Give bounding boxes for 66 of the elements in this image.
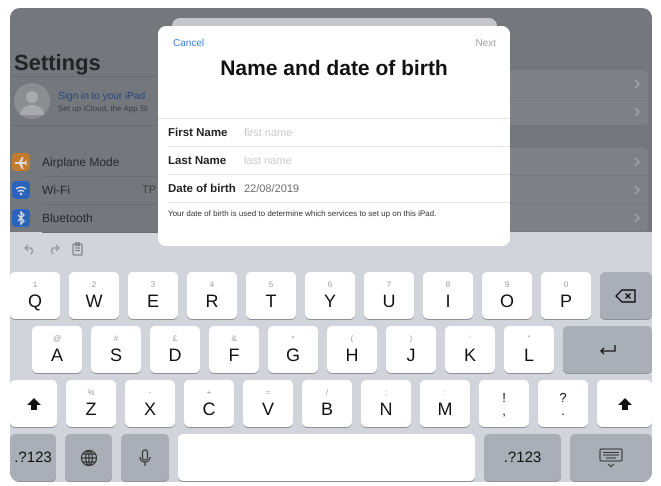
key[interactable]: ! , [479,380,529,427]
globe-icon [80,448,98,466]
paste-button[interactable] [72,242,83,256]
numbers-key[interactable]: .?123 [10,434,56,481]
chevron-icon [634,106,640,116]
key[interactable]: 0 P [541,272,591,319]
microphone-icon [139,448,151,466]
key[interactable]: * G [268,326,318,373]
redo-button[interactable] [48,242,60,254]
redo-icon [48,242,60,254]
key[interactable]: + C [184,380,234,427]
input-field[interactable]: 22/08/2019 [244,182,444,194]
numbers-key[interactable]: .?123 [484,434,561,481]
keyboard-icon [599,448,623,468]
key[interactable]: # S [91,326,141,373]
avatar-icon [14,83,50,119]
key[interactable]: % Z [66,380,116,427]
settings-title: Settings [14,50,101,76]
delete-key[interactable] [600,272,652,319]
key[interactable]: 8 I [423,272,473,319]
shift-key[interactable] [10,380,57,427]
key[interactable]: ) J [386,326,436,373]
key[interactable]: = V [243,380,293,427]
chevron-icon [634,156,640,166]
key[interactable]: 6 Y [305,272,355,319]
key[interactable]: ? . [538,380,588,427]
key[interactable]: 5 T [246,272,296,319]
key[interactable]: / B [302,380,352,427]
modal-title: Name and date of birth [220,57,448,81]
chevron-icon [634,184,640,194]
shift-icon [616,396,632,410]
footnote: Your date of birth is used to determine which services to set up on this iPad. [167,208,438,218]
item-value: TP [142,184,156,196]
key[interactable]: ( H [327,326,377,373]
key[interactable]: ' K [445,326,495,373]
globe-key[interactable] [65,434,112,481]
field-label: Date of birth [168,182,237,194]
undo-button[interactable] [24,242,36,254]
key[interactable]: 4 R [187,272,237,319]
hide-keyboard-key[interactable] [570,434,652,481]
key[interactable]: : M [420,380,470,427]
delete-icon [615,288,637,302]
shift-icon [26,396,42,410]
clipboard-icon [72,242,83,256]
key[interactable]: 2 W [69,272,119,319]
account-title: Sign in to your iPad [58,90,146,102]
chevron-icon [634,212,640,222]
key[interactable]: £ D [150,326,200,373]
key[interactable]: 9 O [482,272,532,319]
field-label: Last Name [168,154,228,166]
key[interactable]: ; N [361,380,411,427]
field-label: First Name [168,126,228,138]
key[interactable]: - X [125,380,175,427]
return-icon [598,344,616,356]
shift-key[interactable] [597,380,652,427]
microphone-key[interactable] [121,434,169,481]
undo-icon [24,242,36,254]
key[interactable]: @ A [32,326,82,373]
key[interactable]: & F [209,326,259,373]
key[interactable]: 3 E [128,272,178,319]
key[interactable]: 1 Q [10,272,60,319]
key[interactable]: 7 U [364,272,414,319]
account-subtitle: Set up iCloud, the App St [58,104,148,112]
key[interactable]: " L [504,326,554,373]
chevron-icon [634,78,640,88]
cancel-button[interactable]: Cancel [173,38,204,49]
